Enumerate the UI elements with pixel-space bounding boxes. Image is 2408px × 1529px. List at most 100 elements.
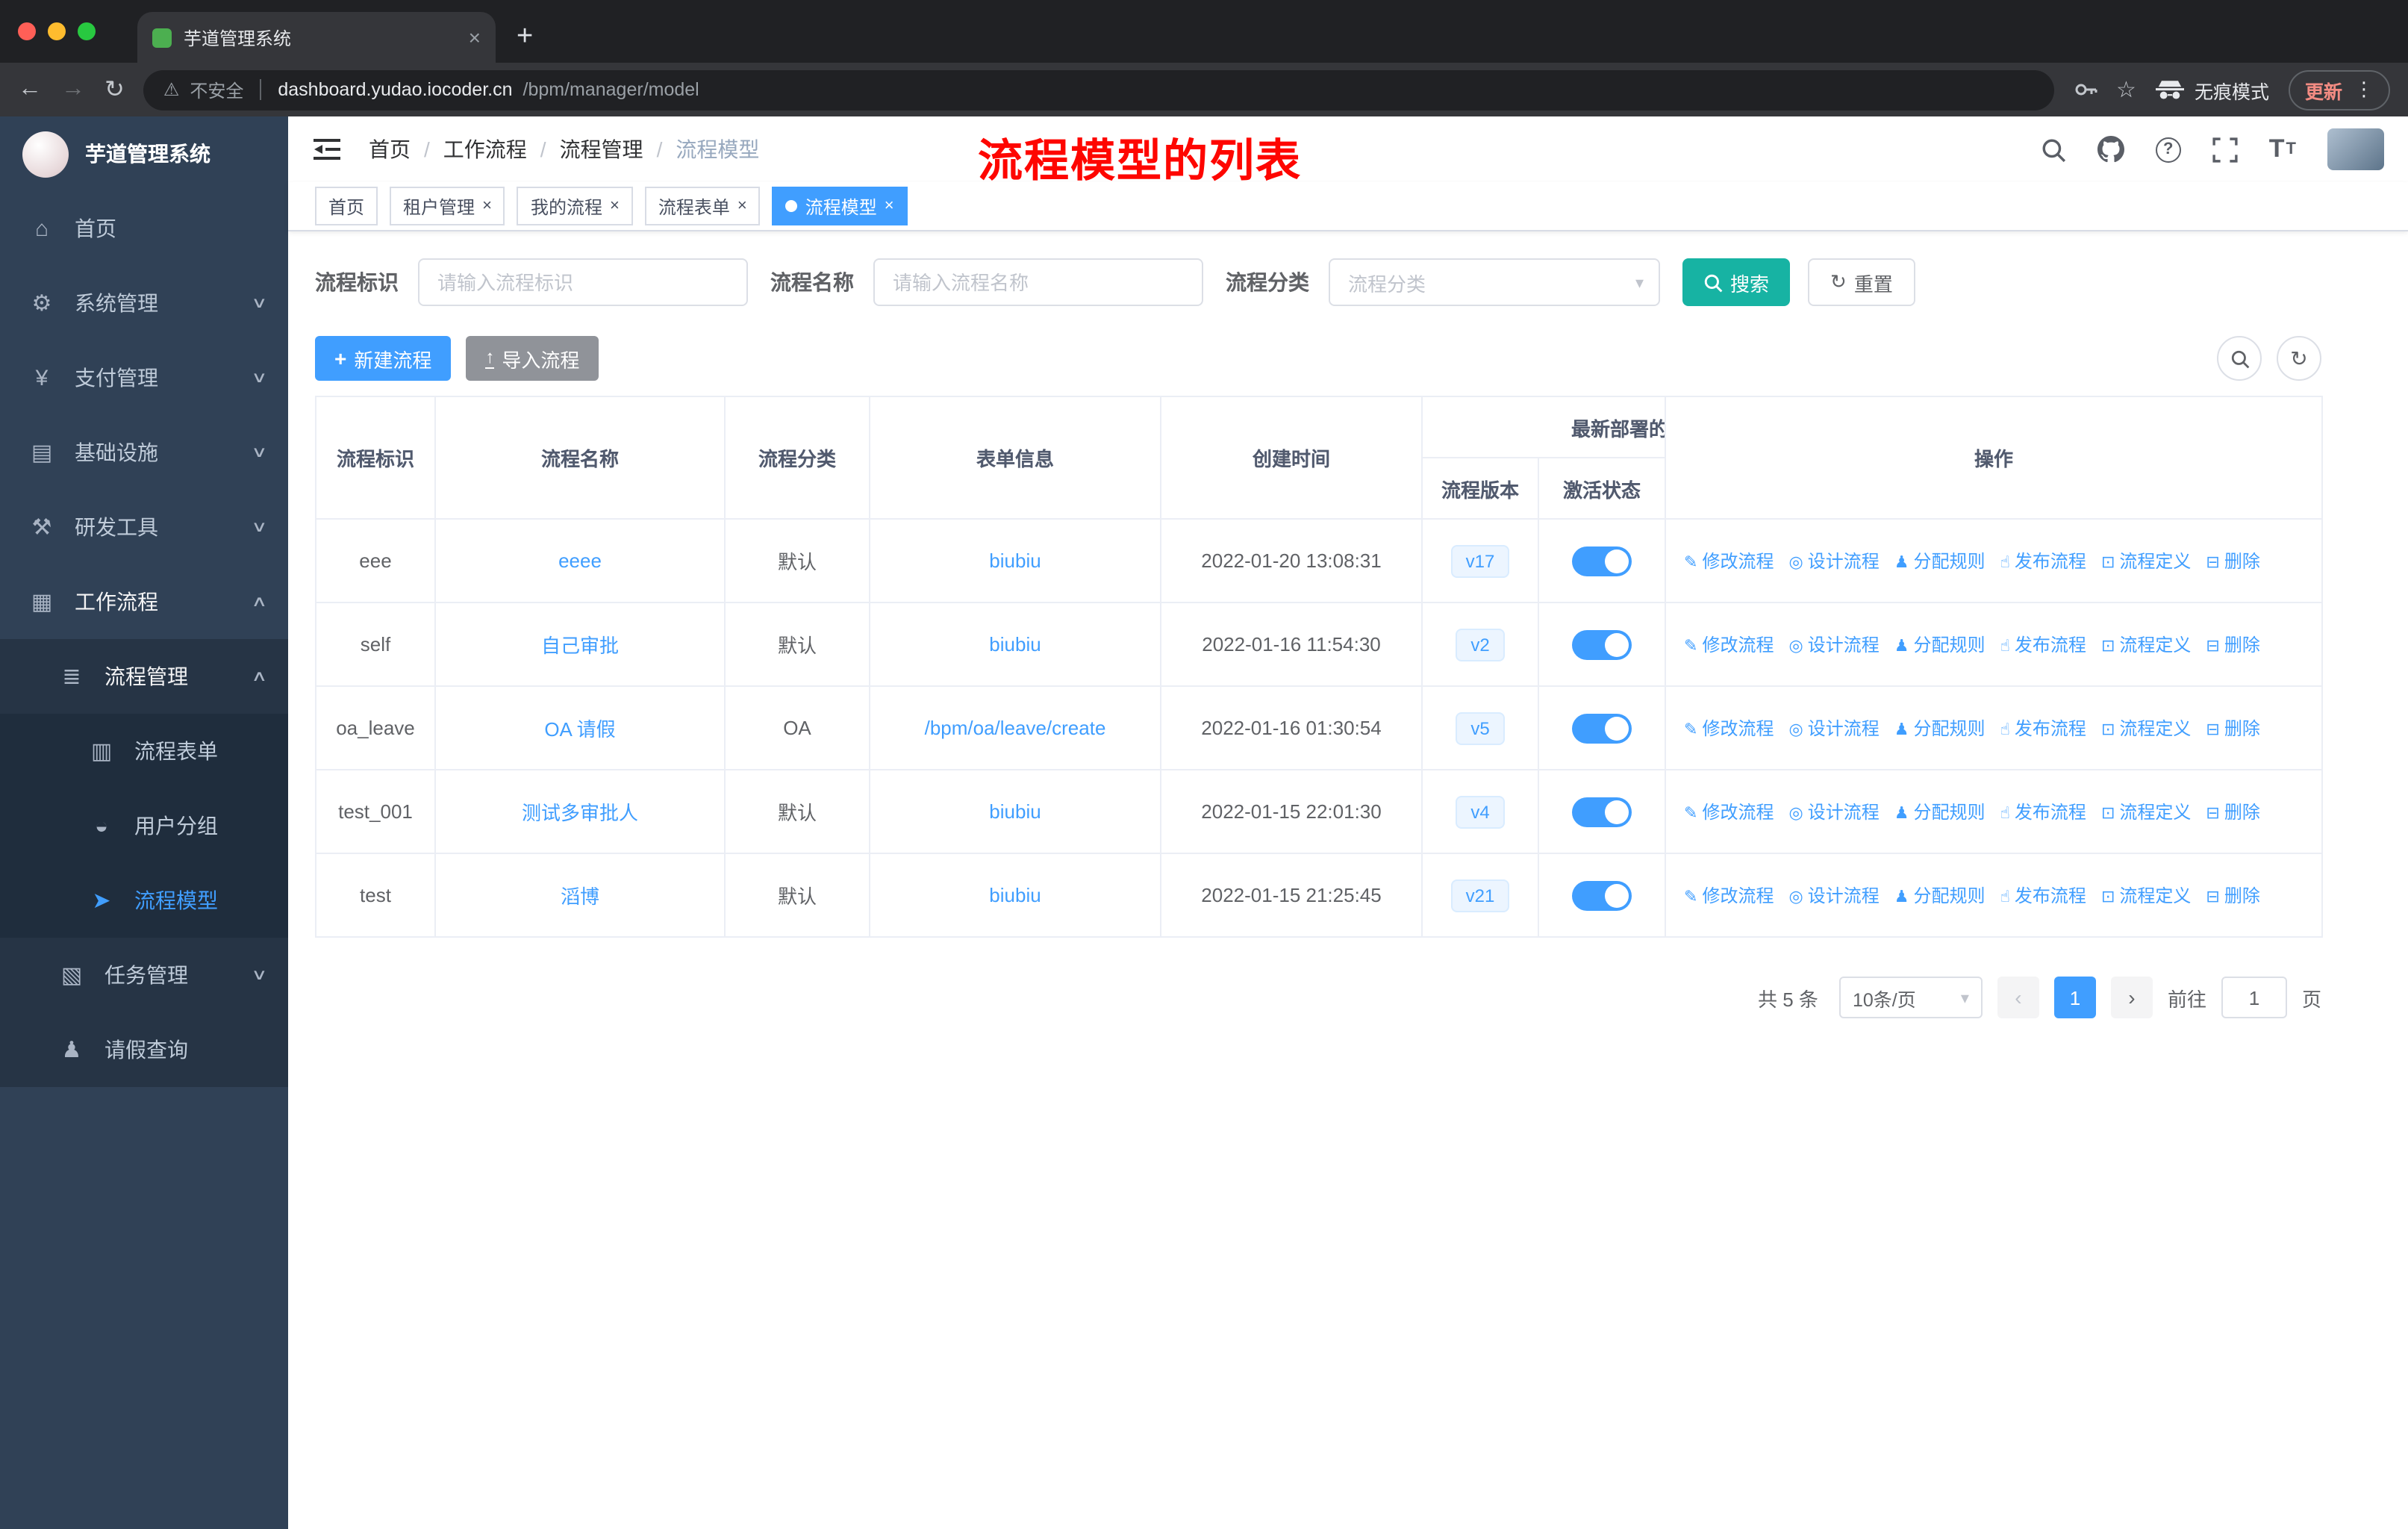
definition-link[interactable]: ⊡ 流程定义 — [2101, 718, 2191, 739]
design-link[interactable]: ◎ 设计流程 — [1788, 635, 1879, 655]
modify-link[interactable]: ✎ 修改流程 — [1684, 551, 1774, 572]
modify-link[interactable]: ✎ 修改流程 — [1684, 635, 1774, 655]
fullscreen-icon[interactable] — [2212, 137, 2238, 162]
tag-close-icon[interactable]: × — [885, 197, 894, 215]
definition-link[interactable]: ⊡ 流程定义 — [2101, 551, 2191, 572]
breadcrumb-item[interactable]: 流程管理 — [560, 134, 643, 164]
definition-link[interactable]: ⊡ 流程定义 — [2101, 885, 2191, 906]
view-tag[interactable]: 首页 — [315, 187, 378, 225]
active-toggle[interactable] — [1572, 629, 1632, 659]
sidebar-logo[interactable]: 芋道管理系统 — [0, 116, 288, 191]
prev-page-button[interactable]: ‹ — [1997, 977, 2039, 1018]
browser-menu-icon[interactable]: ⋮ — [2354, 78, 2374, 102]
form-info-link[interactable]: biubiu — [989, 633, 1041, 655]
help-icon[interactable]: ? — [2155, 137, 2181, 162]
modify-link[interactable]: ✎ 修改流程 — [1684, 802, 1774, 823]
design-link[interactable]: ◎ 设计流程 — [1788, 551, 1879, 572]
delete-link[interactable]: ⊟ 删除 — [2206, 885, 2259, 906]
sidebar-item-infrastructure[interactable]: ▤ 基础设施 ∨ — [0, 415, 288, 490]
tag-close-icon[interactable]: × — [610, 197, 620, 215]
delete-link[interactable]: ⊟ 删除 — [2206, 802, 2259, 823]
view-tag[interactable]: 我的流程 × — [517, 187, 633, 225]
browser-tab[interactable]: 芋道管理系统 × — [137, 12, 496, 63]
reload-icon[interactable]: ↻ — [105, 75, 125, 105]
close-window-button[interactable] — [18, 22, 36, 40]
process-name-link[interactable]: 测试多审批人 — [522, 802, 638, 824]
refresh-table-button[interactable]: ↻ — [2277, 336, 2321, 381]
reset-button[interactable]: ↻ 重置 — [1808, 258, 1915, 306]
assign-rule-link[interactable]: ♟ 分配规则 — [1894, 718, 1986, 739]
import-process-button[interactable]: ↑ 导入流程 — [466, 336, 599, 381]
sidebar-item-process-model[interactable]: ➤ 流程模型 — [0, 863, 288, 938]
forward-icon[interactable]: → — [61, 76, 85, 103]
assign-rule-link[interactable]: ♟ 分配规则 — [1894, 802, 1986, 823]
page-number-button[interactable]: 1 — [2053, 977, 2096, 1018]
publish-link[interactable]: ☝ 发布流程 — [2000, 885, 2086, 906]
process-category-select[interactable]: 流程分类 ▾ — [1329, 258, 1660, 306]
assign-rule-link[interactable]: ♟ 分配规则 — [1894, 551, 1986, 572]
process-key-input[interactable] — [418, 258, 748, 306]
tab-close-icon[interactable]: × — [469, 25, 481, 49]
process-name-link[interactable]: OA 请假 — [544, 718, 615, 741]
sidebar-item-dev-tools[interactable]: ⚒ 研发工具 ∨ — [0, 490, 288, 564]
form-info-link[interactable]: biubiu — [989, 800, 1041, 823]
address-bar[interactable]: ⚠ 不安全 dashboard.yudao.iocoder.cn/bpm/man… — [143, 69, 2054, 110]
delete-link[interactable]: ⊟ 删除 — [2206, 551, 2259, 572]
assign-rule-link[interactable]: ♟ 分配规则 — [1894, 635, 1986, 655]
active-toggle[interactable] — [1572, 546, 1632, 576]
active-toggle[interactable] — [1572, 713, 1632, 743]
publish-link[interactable]: ☝ 发布流程 — [2000, 718, 2086, 739]
search-icon[interactable] — [2041, 137, 2066, 162]
form-info-link[interactable]: biubiu — [989, 549, 1041, 572]
modify-link[interactable]: ✎ 修改流程 — [1684, 718, 1774, 739]
zoom-window-button[interactable] — [78, 22, 96, 40]
definition-link[interactable]: ⊡ 流程定义 — [2101, 635, 2191, 655]
process-name-link[interactable]: 滔博 — [561, 885, 599, 908]
breadcrumb-item[interactable]: 首页 — [369, 134, 411, 164]
toggle-search-button[interactable] — [2217, 336, 2262, 381]
sidebar-item-process-form[interactable]: ▥ 流程表单 — [0, 714, 288, 788]
sidebar-item-user-group[interactable]: ◒ 用户分组 — [0, 788, 288, 863]
back-icon[interactable]: ← — [18, 76, 42, 103]
assign-rule-link[interactable]: ♟ 分配规则 — [1894, 885, 1986, 906]
sidebar-item-leave-query[interactable]: ♟ 请假查询 — [0, 1012, 288, 1087]
user-avatar[interactable] — [2327, 128, 2384, 170]
bookmark-star-icon[interactable]: ☆ — [2116, 76, 2136, 103]
form-info-link[interactable]: /bpm/oa/leave/create — [925, 717, 1106, 739]
sidebar-item-task-management[interactable]: ▧ 任务管理 ∨ — [0, 938, 288, 1012]
publish-link[interactable]: ☝ 发布流程 — [2000, 635, 2086, 655]
browser-update-button[interactable]: 更新 ⋮ — [2288, 69, 2390, 110]
create-process-button[interactable]: + 新建流程 — [315, 336, 452, 381]
design-link[interactable]: ◎ 设计流程 — [1788, 885, 1879, 906]
active-toggle[interactable] — [1572, 797, 1632, 826]
view-tag[interactable]: 流程模型 × — [772, 187, 908, 225]
goto-page-input[interactable] — [2221, 977, 2287, 1018]
modify-link[interactable]: ✎ 修改流程 — [1684, 885, 1774, 906]
view-tag[interactable]: 流程表单 × — [644, 187, 761, 225]
definition-link[interactable]: ⊡ 流程定义 — [2101, 802, 2191, 823]
process-name-link[interactable]: eeee — [558, 549, 602, 572]
sidebar-item-process-management[interactable]: ≣ 流程管理 ∧ — [0, 639, 288, 714]
view-tag[interactable]: 租户管理 × — [390, 187, 505, 225]
breadcrumb-item[interactable]: 工作流程 — [443, 134, 527, 164]
process-name-input[interactable] — [873, 258, 1203, 306]
delete-link[interactable]: ⊟ 删除 — [2206, 635, 2259, 655]
process-name-link[interactable]: 自己审批 — [541, 635, 619, 657]
next-page-button[interactable]: › — [2110, 977, 2153, 1018]
publish-link[interactable]: ☝ 发布流程 — [2000, 802, 2086, 823]
active-toggle[interactable] — [1572, 880, 1632, 910]
form-info-link[interactable]: biubiu — [989, 884, 1041, 906]
sidebar-item-payment-management[interactable]: ¥ 支付管理 ∨ — [0, 340, 288, 415]
design-link[interactable]: ◎ 设计流程 — [1788, 802, 1879, 823]
font-size-icon[interactable]: TT — [2269, 134, 2296, 164]
search-button[interactable]: 搜索 — [1682, 258, 1791, 306]
minimize-window-button[interactable] — [48, 22, 66, 40]
delete-link[interactable]: ⊟ 删除 — [2206, 718, 2259, 739]
password-key-icon[interactable] — [2073, 78, 2097, 102]
sidebar-item-workflow[interactable]: ▦ 工作流程 ∧ — [0, 564, 288, 639]
sidebar-fold-icon[interactable] — [312, 137, 342, 161]
github-icon[interactable] — [2097, 136, 2124, 163]
page-size-select[interactable]: 10条/页 ▾ — [1838, 977, 1983, 1018]
tag-close-icon[interactable]: × — [737, 197, 747, 215]
sidebar-item-home[interactable]: ⌂ 首页 — [0, 191, 288, 266]
